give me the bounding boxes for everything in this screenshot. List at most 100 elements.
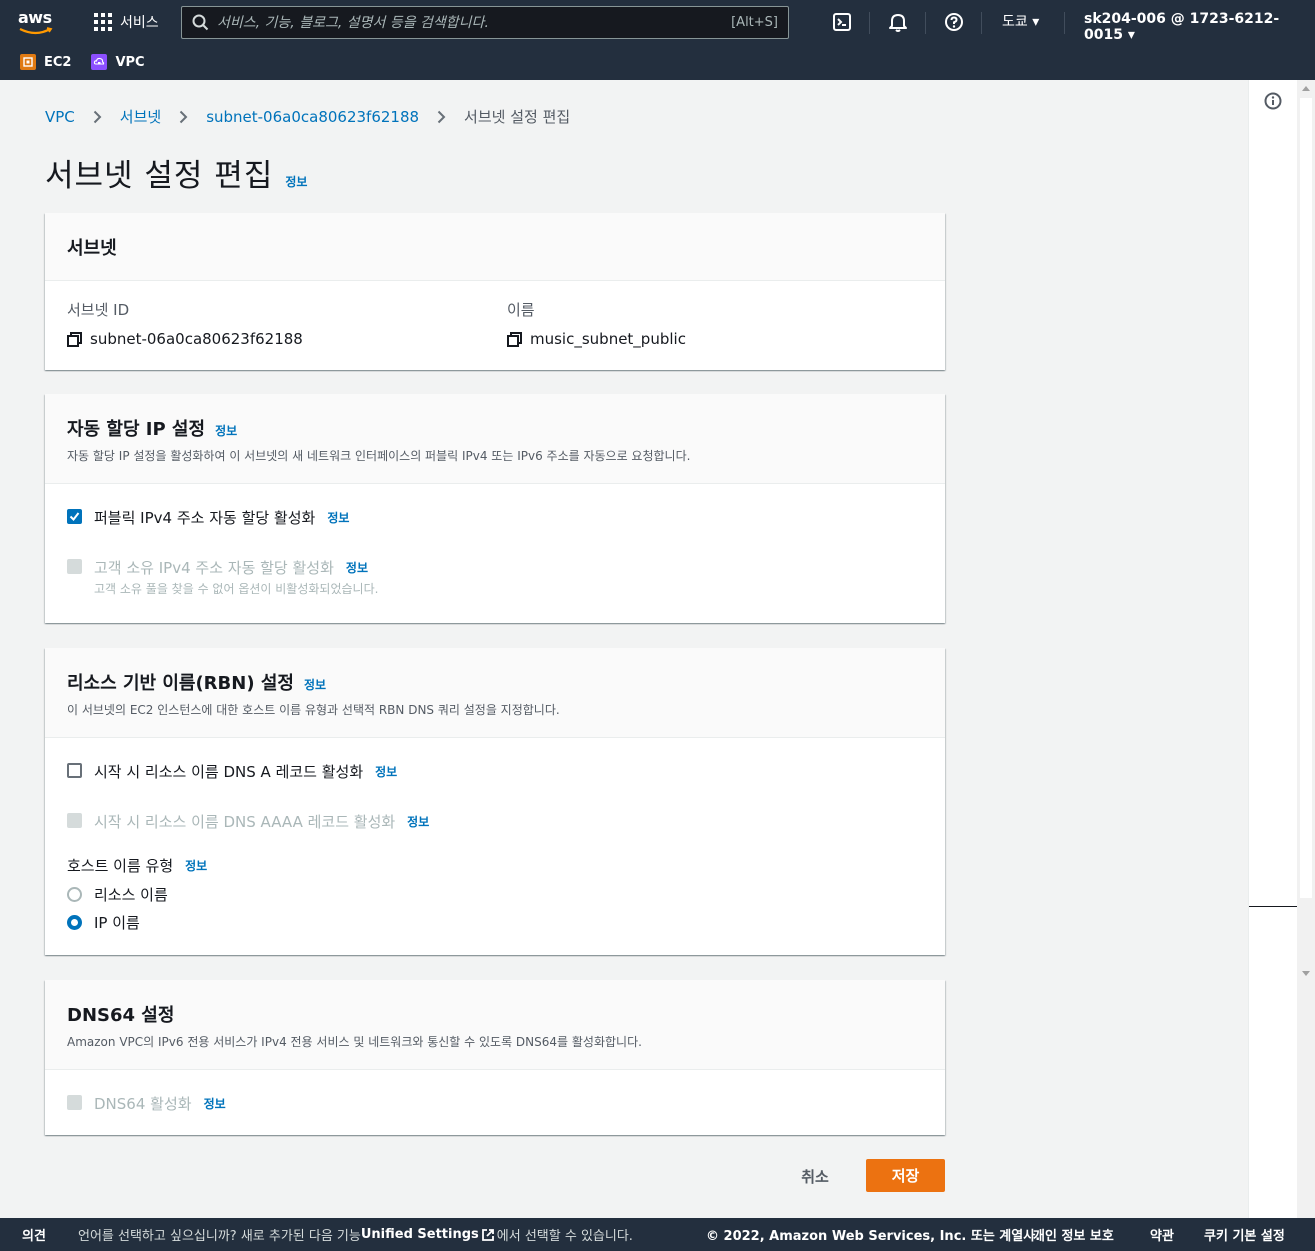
grid-menu-icon <box>94 13 112 31</box>
rbn-title: 리소스 기반 이름(RBN) 설정 <box>67 673 294 694</box>
customer-ipv4-label: 고객 소유 IPv4 주소 자동 할당 활성화 <box>94 559 334 577</box>
search-input[interactable] <box>217 14 732 31</box>
copy-icon[interactable] <box>67 331 82 347</box>
breadcrumb-subnet-id[interactable]: subnet-06a0ca80623f62188 <box>206 108 419 126</box>
cookie-preferences-link[interactable]: 쿠키 기본 설정 <box>1204 1225 1285 1244</box>
rbn-description: 이 서브넷의 EC2 인스턴스에 대한 호스트 이름 유형과 선택적 RBN D… <box>67 703 560 717</box>
region-selector[interactable]: 도쿄 ▾ <box>1002 11 1039 31</box>
account-menu[interactable]: sk204-006 @ 1723-6212-0015 ▾ <box>1084 11 1315 43</box>
auto-assign-ip-container: 자동 할당 IP 설정 정보 자동 할당 IP 설정을 활성화하여 이 서브넷의 … <box>45 394 945 623</box>
cloudshell-icon[interactable] <box>831 11 853 33</box>
services-label: 서비스 <box>120 15 159 31</box>
feedback-link[interactable]: 의견 <box>22 1225 46 1244</box>
dns64-header: DNS64 설정 Amazon VPC의 IPv6 전용 서비스가 IPv4 전… <box>45 980 945 1070</box>
public-ipv4-option: 퍼블릭 IPv4 주소 자동 할당 활성화 정보 <box>67 507 349 528</box>
top-navigation: aws 서비스 [Alt+S] 도쿄 ▾ sk204-006 @ 1723-62… <box>0 0 1315 80</box>
subnet-id-value: subnet-06a0ca80623f62188 <box>90 330 303 348</box>
subnet-container-header: 서브넷 <box>45 213 945 281</box>
subnet-id-label: 서브넷 ID <box>67 301 130 319</box>
aws-logo[interactable]: aws <box>18 8 58 36</box>
search-shortcut-hint: [Alt+S] <box>731 15 778 30</box>
aws-logo-text: aws <box>18 8 52 27</box>
notifications-bell-icon[interactable] <box>887 11 909 33</box>
favorite-vpc-label: VPC <box>115 54 145 70</box>
hostname-type-info-link[interactable]: 정보 <box>185 857 207 874</box>
language-notice-prefix: 언어를 선택하고 싶으십니까? 새로 추가된 다음 기능 <box>78 1229 361 1244</box>
hostname-type-label: 호스트 이름 유형 <box>67 857 174 875</box>
public-ipv4-info-link[interactable]: 정보 <box>327 509 349 526</box>
auto-assign-ip-info-link[interactable]: 정보 <box>215 424 237 438</box>
rbn-settings-container: 리소스 기반 이름(RBN) 설정 정보 이 서브넷의 EC2 인스턴스에 대한 … <box>45 648 945 955</box>
dns-aaaa-record-info-link[interactable]: 정보 <box>407 813 429 830</box>
dns64-title: DNS64 설정 <box>67 1005 175 1026</box>
public-ipv4-label: 퍼블릭 IPv4 주소 자동 할당 활성화 <box>94 509 316 527</box>
copy-icon[interactable] <box>507 331 522 347</box>
subnet-id-field: 서브넷 ID subnet-06a0ca80623f62188 <box>67 299 303 348</box>
nav-divider <box>925 12 926 34</box>
dns-a-record-info-link[interactable]: 정보 <box>375 763 397 780</box>
top-nav-main-row: aws 서비스 [Alt+S] 도쿄 ▾ sk204-006 @ 1723-62… <box>0 0 1315 44</box>
language-notice-suffix: 에서 선택할 수 있습니다. <box>496 1229 633 1244</box>
dns-a-record-label: 시작 시 리소스 이름 DNS A 레코드 활성화 <box>94 763 364 781</box>
info-panel-toggle-icon[interactable] <box>1263 91 1283 111</box>
chevron-right-icon <box>179 110 188 123</box>
public-ipv4-checkbox[interactable] <box>67 509 82 524</box>
vpc-service-icon <box>91 54 108 70</box>
terms-link[interactable]: 약관 <box>1150 1225 1174 1244</box>
breadcrumb: VPC 서브넷 subnet-06a0ca80623f62188 서브넷 설정 … <box>45 106 570 127</box>
auto-assign-ip-description: 자동 할당 IP 설정을 활성화하여 이 서브넷의 새 네트워크 인터페이스의 … <box>67 449 691 463</box>
unified-settings-link[interactable]: Unified Settings <box>361 1227 479 1242</box>
scrollbar-thumb[interactable] <box>1300 98 1312 898</box>
checkmark-icon <box>69 512 80 522</box>
dns-a-record-option: 시작 시 리소스 이름 DNS A 레코드 활성화 정보 <box>67 761 397 782</box>
dns64-info-link[interactable]: 정보 <box>204 1095 226 1112</box>
page-title: 서브넷 설정 편집 <box>45 158 274 194</box>
favorite-ec2-label: EC2 <box>44 54 72 70</box>
subnet-name-value: music_subnet_public <box>530 330 686 348</box>
auto-assign-ip-header: 자동 할당 IP 설정 정보 자동 할당 IP 설정을 활성화하여 이 서브넷의 … <box>45 394 945 484</box>
dns-a-record-checkbox[interactable] <box>67 763 82 778</box>
page-scrollbar[interactable] <box>1297 80 1315 1218</box>
privacy-link[interactable]: 개인 정보 보호 <box>1033 1225 1114 1244</box>
cancel-button[interactable]: 취소 <box>788 1160 842 1192</box>
footer: 의견 언어를 선택하고 싶으십니까? 새로 추가된 다음 기능 Unified … <box>0 1218 1315 1251</box>
favorites-bar: EC2 VPC <box>0 44 165 80</box>
services-menu-button[interactable]: 서비스 <box>94 10 159 34</box>
search-icon <box>192 14 209 31</box>
global-search[interactable]: [Alt+S] <box>181 6 789 39</box>
customer-ipv4-info-link[interactable]: 정보 <box>346 559 368 578</box>
nav-divider <box>869 12 870 34</box>
favorite-ec2[interactable]: EC2 <box>20 54 71 70</box>
customer-ipv4-checkbox <box>67 559 82 574</box>
auto-assign-ip-title: 자동 할당 IP 설정 <box>67 419 206 440</box>
subnet-details-container: 서브넷 서브넷 ID subnet-06a0ca80623f62188 이름 m… <box>45 213 945 370</box>
radio-resource-name-option[interactable]: 리소스 이름 <box>67 884 168 905</box>
radio-ip-name[interactable] <box>67 915 82 930</box>
rail-divider <box>1249 906 1298 907</box>
copyright: © 2022, Amazon Web Services, Inc. 또는 계열사… <box>706 1229 1041 1244</box>
radio-ip-name-option[interactable]: IP 이름 <box>67 912 140 933</box>
scroll-down-arrow-icon[interactable] <box>1302 971 1310 976</box>
favorite-vpc[interactable]: VPC <box>91 54 145 70</box>
help-icon[interactable] <box>943 11 965 33</box>
chevron-right-icon <box>93 110 102 123</box>
subnet-name-label: 이름 <box>507 301 535 319</box>
rbn-info-link[interactable]: 정보 <box>304 678 326 692</box>
scroll-up-arrow-icon[interactable] <box>1302 86 1310 91</box>
page-info-link[interactable]: 정보 <box>285 173 307 190</box>
dns64-description: Amazon VPC의 IPv6 전용 서비스가 IPv4 전용 서비스 및 네… <box>67 1035 642 1049</box>
external-link-icon <box>481 1228 494 1241</box>
language-notice: 언어를 선택하고 싶으십니까? 새로 추가된 다음 기능 Unified Set… <box>78 1225 633 1244</box>
aws-smile-icon <box>19 27 53 35</box>
breadcrumb-subnets[interactable]: 서브넷 <box>120 106 161 127</box>
save-button[interactable]: 저장 <box>866 1159 945 1192</box>
radio-resource-name-label: 리소스 이름 <box>94 886 168 904</box>
rbn-header: 리소스 기반 이름(RBN) 설정 정보 이 서브넷의 EC2 인스턴스에 대한 … <box>45 648 945 738</box>
dns64-settings-container: DNS64 설정 Amazon VPC의 IPv6 전용 서비스가 IPv4 전… <box>45 980 945 1135</box>
breadcrumb-vpc[interactable]: VPC <box>45 108 75 126</box>
dns-aaaa-record-checkbox <box>67 813 82 828</box>
subnet-section-title: 서브넷 <box>67 238 117 259</box>
radio-resource-name[interactable] <box>67 887 82 902</box>
radio-ip-name-label: IP 이름 <box>94 914 140 932</box>
nav-divider <box>981 12 982 34</box>
